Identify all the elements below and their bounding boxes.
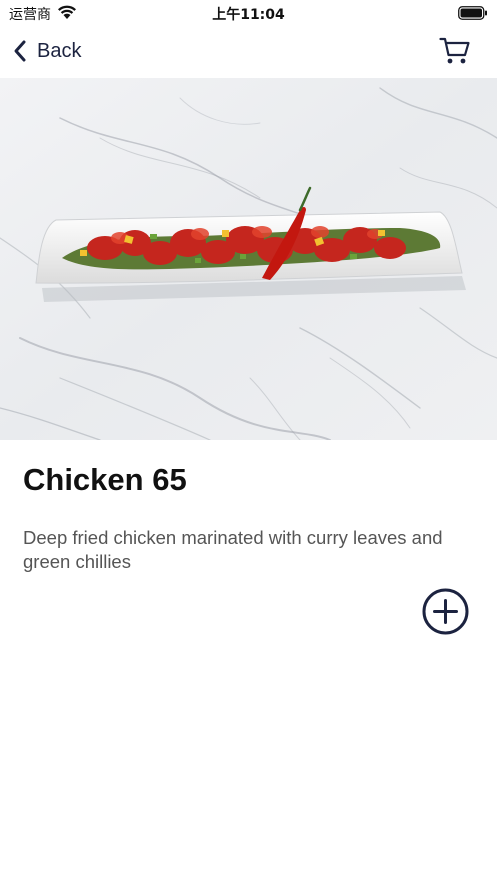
dish-image [0,78,497,440]
dish-title: Chicken 65 [23,462,187,497]
back-button[interactable]: Back [12,36,81,66]
chevron-left-icon [14,40,26,62]
back-label: Back [37,39,82,62]
dish-description: Deep fried chicken marinated with curry … [23,527,443,572]
status-bar: 运营商 上午11:04 [0,0,497,26]
nav-bar: Back [0,26,497,76]
plus-circle-icon[interactable] [422,588,469,635]
status-time: 上午11:04 [212,7,285,23]
battery-icon [458,6,487,20]
cart-icon[interactable] [439,36,471,66]
